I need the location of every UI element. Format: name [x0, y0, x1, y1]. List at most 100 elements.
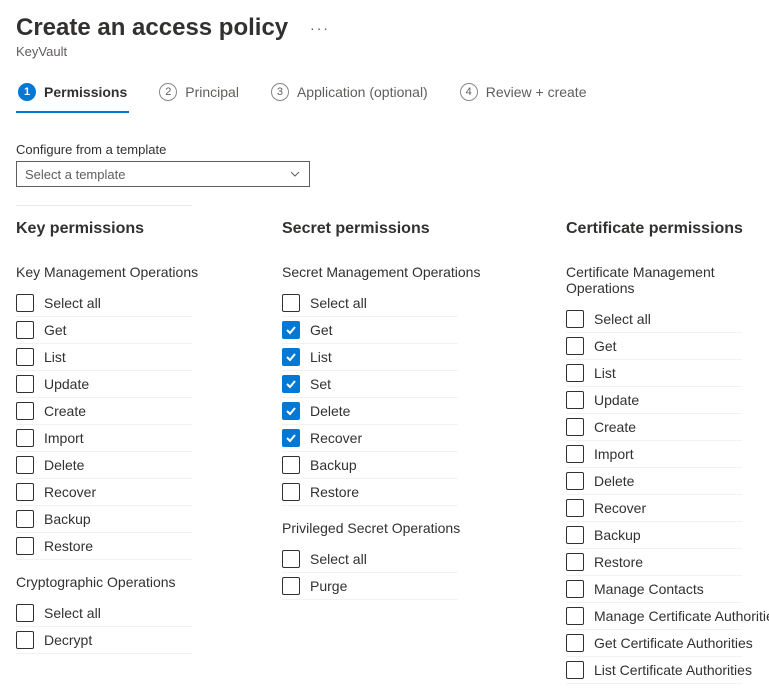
permission-option[interactable]: Select all — [16, 290, 192, 317]
checkbox[interactable] — [566, 337, 584, 355]
checkbox[interactable] — [16, 510, 34, 528]
checkbox-checked[interactable] — [282, 429, 300, 447]
checkbox[interactable] — [282, 294, 300, 312]
permission-option[interactable]: Select all — [566, 306, 742, 333]
permission-option[interactable]: Get — [566, 333, 742, 360]
permission-option[interactable]: Backup — [282, 452, 458, 479]
permission-option[interactable]: Get Certificate Authorities — [566, 630, 742, 657]
checkbox[interactable] — [566, 418, 584, 436]
permission-option[interactable]: Get — [282, 317, 458, 344]
permission-option[interactable]: Recover — [282, 425, 458, 452]
permission-option[interactable]: Manage Certificate Authorities — [566, 603, 742, 630]
permissions-column: Certificate permissionsCertificate Manag… — [566, 220, 766, 684]
tab-step-number: 4 — [460, 83, 478, 101]
checkbox[interactable] — [566, 445, 584, 463]
option-label: Restore — [44, 538, 93, 554]
tab-review-create[interactable]: 4Review + create — [458, 77, 589, 113]
permission-option[interactable]: List Certificate Authorities — [566, 657, 742, 684]
tab-application-optional-[interactable]: 3Application (optional) — [269, 77, 430, 113]
option-label: Set — [310, 376, 331, 392]
checkbox[interactable] — [566, 661, 584, 679]
option-label: Select all — [44, 605, 101, 621]
option-label: Recover — [594, 500, 646, 516]
permission-option[interactable]: Delete — [566, 468, 742, 495]
permission-option[interactable]: Create — [566, 414, 742, 441]
tab-step-number: 1 — [18, 83, 36, 101]
permission-option[interactable]: Set — [282, 371, 458, 398]
tab-label: Permissions — [44, 84, 127, 100]
permission-option[interactable]: Restore — [16, 533, 192, 560]
template-select[interactable]: Select a template — [16, 161, 310, 187]
checkbox-checked[interactable] — [282, 375, 300, 393]
option-label: Manage Certificate Authorities — [594, 608, 769, 624]
checkbox[interactable] — [16, 456, 34, 474]
checkbox[interactable] — [16, 604, 34, 622]
option-label: Recover — [310, 430, 362, 446]
checkbox[interactable] — [566, 499, 584, 517]
checkbox[interactable] — [566, 526, 584, 544]
option-label: Update — [44, 376, 89, 392]
permission-option[interactable]: Update — [566, 387, 742, 414]
permission-option[interactable]: Create — [16, 398, 192, 425]
column-title: Key permissions — [16, 220, 282, 238]
checkbox[interactable] — [16, 483, 34, 501]
checkbox[interactable] — [16, 631, 34, 649]
checkbox[interactable] — [566, 391, 584, 409]
checkbox[interactable] — [282, 577, 300, 595]
permission-option[interactable]: Select all — [16, 600, 192, 627]
permission-option[interactable]: Delete — [16, 452, 192, 479]
option-label: Get — [594, 338, 617, 354]
permission-option[interactable]: Import — [16, 425, 192, 452]
permission-option[interactable]: Select all — [282, 290, 458, 317]
permission-option[interactable]: List — [566, 360, 742, 387]
tab-label: Principal — [185, 84, 239, 100]
option-label: Import — [594, 446, 634, 462]
checkbox[interactable] — [16, 537, 34, 555]
permission-option[interactable]: Restore — [282, 479, 458, 506]
tab-principal[interactable]: 2Principal — [157, 77, 241, 113]
option-label: List — [310, 349, 332, 365]
permission-option[interactable]: Decrypt — [16, 627, 192, 654]
permission-option[interactable]: Recover — [566, 495, 742, 522]
checkbox[interactable] — [16, 294, 34, 312]
permission-option[interactable]: Update — [16, 371, 192, 398]
permission-option[interactable]: Purge — [282, 573, 458, 600]
permission-option[interactable]: Backup — [566, 522, 742, 549]
checkbox[interactable] — [282, 550, 300, 568]
checkbox[interactable] — [566, 634, 584, 652]
checkbox[interactable] — [16, 429, 34, 447]
checkbox[interactable] — [282, 456, 300, 474]
permission-option[interactable]: Manage Contacts — [566, 576, 742, 603]
checkbox[interactable] — [566, 580, 584, 598]
permission-option[interactable]: Backup — [16, 506, 192, 533]
checkbox[interactable] — [16, 402, 34, 420]
option-label: Backup — [594, 527, 641, 543]
checkbox[interactable] — [566, 607, 584, 625]
permission-option[interactable]: Recover — [16, 479, 192, 506]
option-label: Purge — [310, 578, 347, 594]
group-title: Certificate Management Operations — [566, 264, 766, 296]
tab-permissions[interactable]: 1 Permissions — [16, 77, 129, 113]
option-label: Select all — [310, 295, 367, 311]
checkbox[interactable] — [566, 472, 584, 490]
template-label: Configure from a template — [16, 142, 753, 157]
checkbox[interactable] — [566, 364, 584, 382]
checkbox[interactable] — [16, 348, 34, 366]
permission-option[interactable]: Import — [566, 441, 742, 468]
checkbox[interactable] — [566, 553, 584, 571]
option-label: Create — [44, 403, 86, 419]
permission-option[interactable]: List — [282, 344, 458, 371]
checkbox[interactable] — [16, 321, 34, 339]
checkbox[interactable] — [566, 310, 584, 328]
more-icon[interactable]: ··· — [310, 20, 330, 36]
permission-option[interactable]: Get — [16, 317, 192, 344]
checkbox-checked[interactable] — [282, 321, 300, 339]
permission-option[interactable]: List — [16, 344, 192, 371]
permission-option[interactable]: Select all — [282, 546, 458, 573]
checkbox[interactable] — [16, 375, 34, 393]
checkbox-checked[interactable] — [282, 348, 300, 366]
permission-option[interactable]: Restore — [566, 549, 742, 576]
permission-option[interactable]: Delete — [282, 398, 458, 425]
checkbox-checked[interactable] — [282, 402, 300, 420]
checkbox[interactable] — [282, 483, 300, 501]
